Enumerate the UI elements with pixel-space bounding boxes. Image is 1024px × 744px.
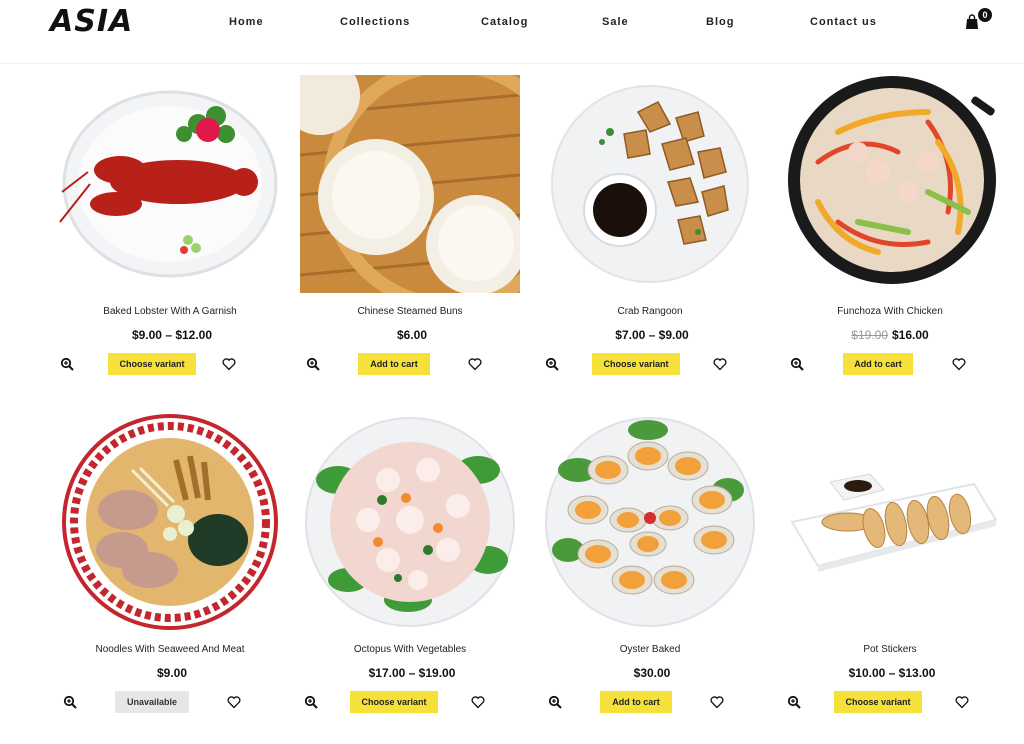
lobster-plate-image: [59, 90, 278, 278]
product-card: Funchoza With Chicken $19.00 $16.00 Add t…: [770, 72, 1010, 402]
nav-home[interactable]: Home: [221, 16, 264, 28]
nav-blog[interactable]: Blog: [706, 16, 734, 28]
zoom-icon[interactable]: [790, 357, 804, 371]
product-actions: Choose variant: [770, 691, 1010, 715]
product-image[interactable]: [770, 410, 1010, 634]
product-current-price: $9.00 – $12.00: [131, 328, 213, 342]
product-price: $6.00: [290, 328, 530, 342]
oysters-plate-image: [545, 417, 755, 627]
product-card: Oyster Baked $30.00 Add to cart: [530, 410, 770, 740]
pot-stickers-image: [790, 473, 998, 572]
choose-variant-button[interactable]: Choose variant: [592, 353, 680, 375]
product-title[interactable]: Octopus With Vegetables: [290, 644, 530, 655]
product-actions: Add to cart: [770, 353, 1010, 377]
product-image[interactable]: [50, 72, 290, 296]
zoom-icon[interactable]: [787, 695, 801, 709]
heart-icon[interactable]: [471, 695, 485, 709]
product-actions: Unavailable: [50, 691, 290, 715]
product-price: $17.00 – $19.00: [290, 666, 530, 680]
zoom-icon[interactable]: [548, 695, 562, 709]
heart-icon[interactable]: [468, 357, 482, 371]
zoom-icon[interactable]: [63, 695, 77, 709]
product-image[interactable]: [770, 72, 1010, 296]
product-title[interactable]: Chinese Steamed Buns: [290, 306, 530, 317]
unavailable-button: Unavailable: [115, 691, 189, 713]
product-card: Crab Rangoon $7.00 – $9.00 Choose varian…: [530, 72, 770, 402]
product-price: $30.00: [530, 666, 770, 680]
product-current-price: $6.00: [396, 328, 428, 342]
heart-icon[interactable]: [710, 695, 724, 709]
heart-icon[interactable]: [955, 695, 969, 709]
zoom-icon[interactable]: [306, 357, 320, 371]
site-header: ASIA Home Collections Catalog Sale Blog …: [0, 0, 1024, 64]
product-actions: Choose variant: [530, 353, 770, 377]
nav-collections[interactable]: Collections: [340, 16, 410, 28]
product-current-price: $10.00 – $13.00: [848, 666, 936, 680]
product-price: $10.00 – $13.00: [770, 666, 1010, 680]
product-current-price: $9.00: [156, 666, 188, 680]
heart-icon[interactable]: [227, 695, 241, 709]
funchoza-pan-image: [788, 76, 996, 284]
choose-variant-button[interactable]: Choose variant: [834, 691, 922, 713]
product-current-price: $30.00: [633, 666, 671, 680]
product-card: Noodles With Seaweed And Meat $9.00 Unav…: [50, 410, 290, 740]
product-current-price: $16.00: [892, 328, 929, 342]
product-image[interactable]: [530, 72, 770, 296]
add-to-cart-button[interactable]: Add to cart: [843, 353, 913, 375]
steamed-buns-image: [300, 75, 520, 293]
product-old-price: $19.00: [851, 328, 888, 342]
nav-catalog[interactable]: Catalog: [481, 16, 528, 28]
zoom-icon[interactable]: [60, 357, 74, 371]
product-actions: Add to cart: [530, 691, 770, 715]
product-price: $7.00 – $9.00: [530, 328, 770, 342]
choose-variant-button[interactable]: Choose variant: [350, 691, 438, 713]
nav-sale[interactable]: Sale: [602, 16, 629, 28]
nav-contact[interactable]: Contact us: [810, 16, 877, 28]
product-price: $19.00 $16.00: [770, 328, 1010, 342]
product-card: Baked Lobster With A Garnish $9.00 – $12…: [50, 72, 290, 402]
product-image[interactable]: [290, 72, 530, 296]
product-actions: Add to cart: [290, 353, 530, 377]
zoom-icon[interactable]: [545, 357, 559, 371]
product-title[interactable]: Crab Rangoon: [530, 306, 770, 317]
cart-count-badge: 0: [978, 8, 992, 22]
zoom-icon[interactable]: [304, 695, 318, 709]
product-current-price: $7.00 – $9.00: [615, 328, 689, 342]
product-card: Chinese Steamed Buns $6.00 Add to cart: [290, 72, 530, 402]
product-image[interactable]: [530, 410, 770, 634]
cart-button[interactable]: 0: [964, 8, 992, 36]
product-image[interactable]: [290, 410, 530, 634]
product-card: Pot Stickers $10.00 – $13.00 Choose vari…: [770, 410, 1010, 740]
product-title[interactable]: Baked Lobster With A Garnish: [50, 306, 290, 317]
product-actions: Choose variant: [290, 691, 530, 715]
product-price: $9.00: [50, 666, 290, 680]
octopus-plate-image: [305, 417, 515, 627]
add-to-cart-button[interactable]: Add to cart: [600, 691, 672, 713]
product-title[interactable]: Pot Stickers: [770, 644, 1010, 655]
add-to-cart-button[interactable]: Add to cart: [358, 353, 430, 375]
ramen-bowl-image: [62, 414, 278, 630]
main-nav: Home Collections Catalog Sale Blog Conta…: [0, 16, 1024, 32]
product-title[interactable]: Noodles With Seaweed And Meat: [50, 644, 290, 655]
product-image[interactable]: [50, 410, 290, 634]
heart-icon[interactable]: [222, 357, 236, 371]
product-title[interactable]: Funchoza With Chicken: [770, 306, 1010, 317]
choose-variant-button[interactable]: Choose variant: [108, 353, 196, 375]
product-card: Octopus With Vegetables $17.00 – $19.00 …: [290, 410, 530, 740]
heart-icon[interactable]: [713, 357, 727, 371]
heart-icon[interactable]: [952, 357, 966, 371]
product-price: $9.00 – $12.00: [50, 328, 290, 342]
product-actions: Choose variant: [50, 353, 290, 377]
product-title[interactable]: Oyster Baked: [530, 644, 770, 655]
product-current-price: $17.00 – $19.00: [368, 666, 456, 680]
crab-rangoon-image: [551, 85, 749, 283]
